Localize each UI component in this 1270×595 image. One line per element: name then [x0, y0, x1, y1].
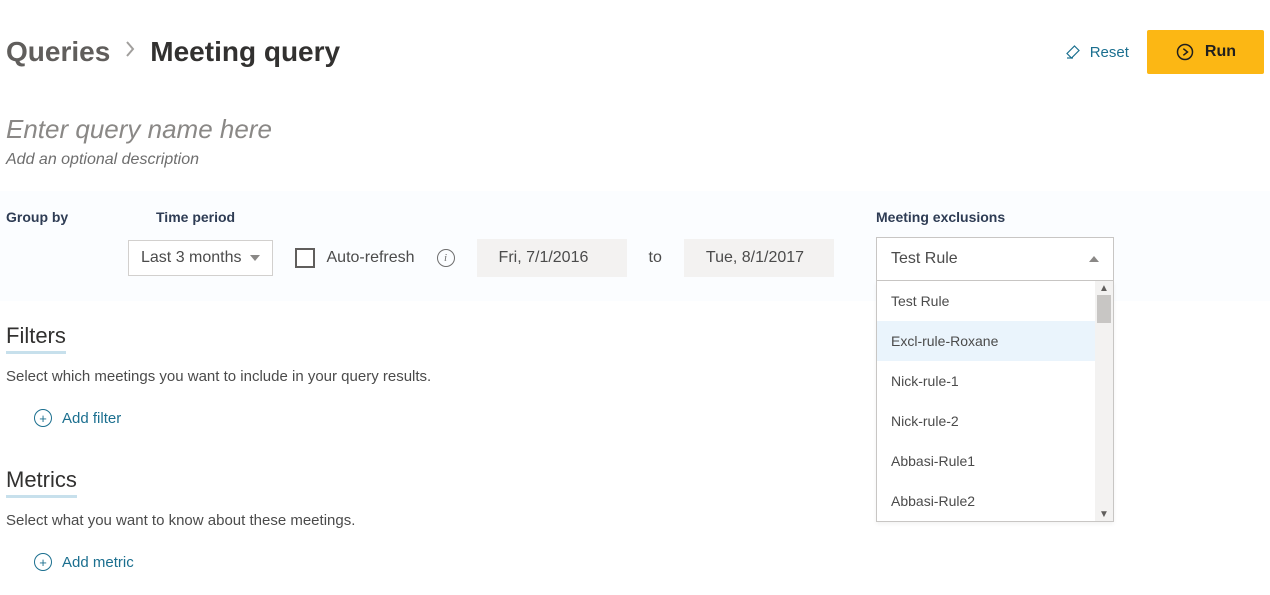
query-description-input[interactable]: Add an optional description [6, 151, 1264, 169]
filters-heading: Filters [6, 323, 66, 354]
dropdown-scrollbar[interactable]: ▲ ▼ [1095, 281, 1113, 521]
to-label: to [649, 249, 662, 267]
autorefresh-label: Auto-refresh [327, 249, 415, 267]
scroll-up-icon[interactable]: ▲ [1095, 281, 1113, 295]
meeting-exclusions-dropdown: Test Rule Excl-rule-Roxane Nick-rule-1 N… [876, 281, 1114, 522]
reset-label: Reset [1090, 44, 1129, 61]
meeting-exclusions-label: Meeting exclusions [876, 209, 1005, 225]
exclusion-option[interactable]: Abbasi-Rule1 [877, 441, 1095, 481]
autorefresh-toggle[interactable]: Auto-refresh [295, 248, 415, 268]
date-from-input[interactable]: Fri, 7/1/2016 [477, 239, 627, 277]
breadcrumb: Queries Meeting query [6, 36, 340, 68]
exclusion-option[interactable]: Nick-rule-1 [877, 361, 1095, 401]
plus-circle-icon: + [34, 553, 52, 571]
scroll-down-icon[interactable]: ▼ [1095, 507, 1113, 521]
play-circle-icon [1175, 42, 1195, 62]
exclusion-option[interactable]: Test Rule [877, 281, 1095, 321]
timeperiod-label: Time period [156, 209, 235, 225]
metrics-heading: Metrics [6, 467, 77, 498]
meeting-exclusions-value: Test Rule [891, 250, 958, 268]
exclusion-option[interactable]: Excl-rule-Roxane [877, 321, 1095, 361]
eraser-icon [1064, 43, 1082, 61]
exclusion-option[interactable]: Nick-rule-2 [877, 401, 1095, 441]
caret-up-icon [1089, 256, 1099, 262]
reset-button[interactable]: Reset [1064, 43, 1129, 61]
meeting-exclusions-select[interactable]: Test Rule [876, 237, 1114, 281]
add-metric-button[interactable]: + Add metric [34, 553, 1264, 571]
groupby-label: Group by [6, 209, 106, 225]
timeperiod-value: Last 3 months [141, 249, 242, 267]
breadcrumb-root[interactable]: Queries [6, 36, 110, 68]
query-name-input[interactable]: Enter query name here [6, 114, 1264, 145]
breadcrumb-current: Meeting query [150, 36, 340, 68]
run-label: Run [1205, 43, 1236, 61]
exclusion-option[interactable]: Abbasi-Rule2 [877, 481, 1095, 521]
chevron-right-icon [124, 39, 136, 65]
add-metric-label: Add metric [62, 554, 134, 571]
date-to-input[interactable]: Tue, 8/1/2017 [684, 239, 834, 277]
timeperiod-select[interactable]: Last 3 months [128, 240, 273, 276]
checkbox-icon[interactable] [295, 248, 315, 268]
add-filter-label: Add filter [62, 410, 121, 427]
scroll-thumb[interactable] [1097, 295, 1111, 323]
info-icon[interactable]: i [437, 249, 455, 267]
caret-down-icon [250, 255, 260, 261]
plus-circle-icon: + [34, 409, 52, 427]
run-button[interactable]: Run [1147, 30, 1264, 74]
